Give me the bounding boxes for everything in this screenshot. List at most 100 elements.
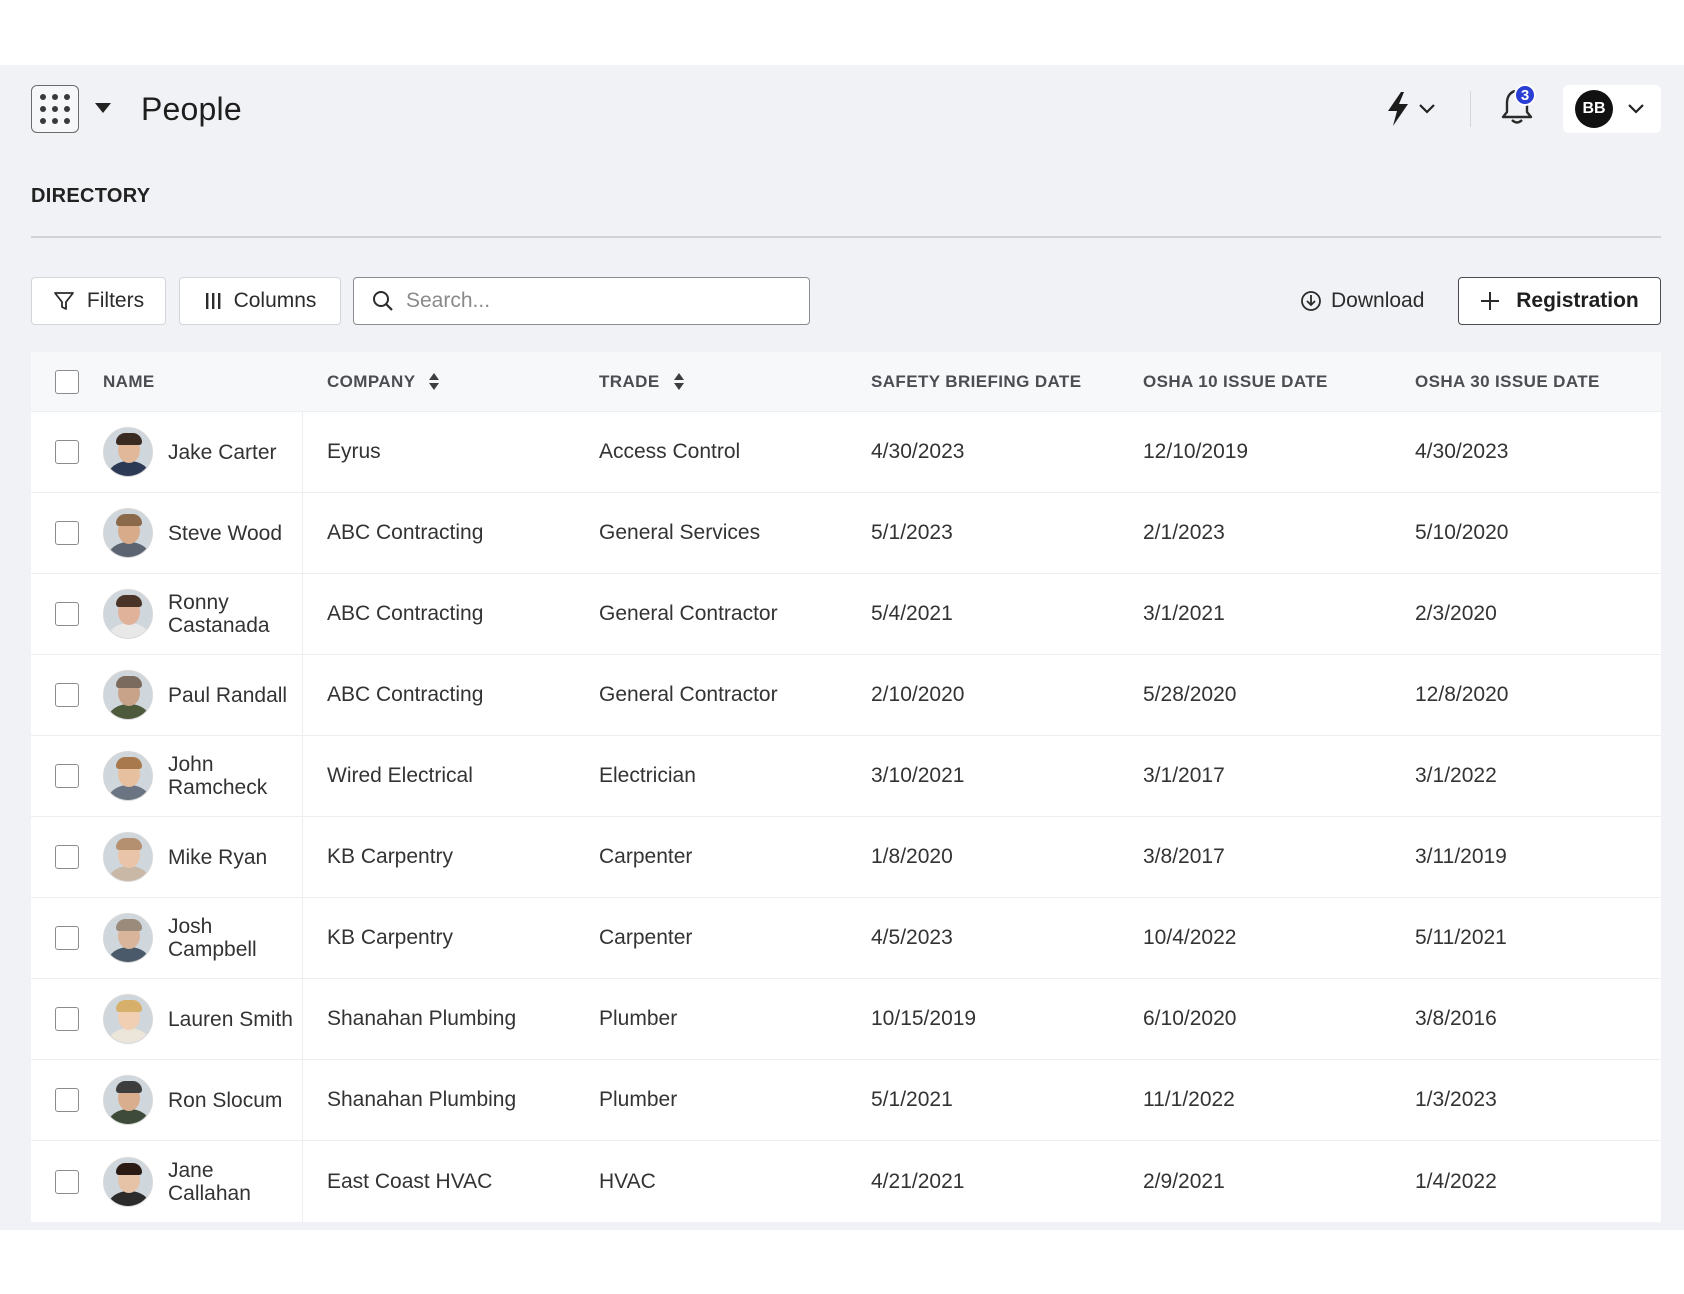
section-divider	[31, 236, 1661, 238]
person-avatar	[103, 994, 153, 1044]
osha10-issue-date-cell: 5/28/2020	[1143, 683, 1237, 706]
quick-actions-button[interactable]	[1384, 89, 1446, 129]
name-cell[interactable]: Steve Wood	[103, 493, 303, 573]
columns-button[interactable]: Columns	[179, 277, 341, 325]
person-avatar	[103, 1156, 153, 1207]
company-cell: Wired Electrical	[327, 764, 473, 787]
row-checkbox[interactable]	[55, 845, 79, 869]
name-cell[interactable]: John Ramcheck	[103, 736, 303, 816]
table-body: Jake Carter Eyrus Access Control 4/30/2023 1…	[31, 412, 1661, 1222]
row-checkbox[interactable]	[55, 764, 79, 788]
column-header-osha10-issue-date[interactable]: OSHA 10 ISSUE DATE	[1119, 372, 1391, 392]
row-select-cell	[31, 683, 103, 707]
row-checkbox[interactable]	[55, 926, 79, 950]
table-row[interactable]: Josh Campbell KB Carpentry Carpenter 4/5/20…	[31, 898, 1661, 979]
user-menu-button[interactable]: BB	[1563, 85, 1661, 133]
osha10-issue-date-cell: 3/1/2021	[1143, 602, 1225, 625]
table-row[interactable]: Jake Carter Eyrus Access Control 4/30/2023 1…	[31, 412, 1661, 493]
trade-cell: Access Control	[599, 440, 741, 463]
row-checkbox[interactable]	[55, 683, 79, 707]
company-cell: Eyrus	[327, 440, 381, 463]
osha30-issue-date-cell: 3/8/2016	[1415, 1007, 1497, 1030]
name-cell[interactable]: Jake Carter	[103, 412, 303, 492]
avatar-hair	[116, 514, 142, 526]
name-cell[interactable]: Jane Callahan	[103, 1141, 303, 1222]
chevron-down-icon	[1628, 104, 1644, 114]
app-switcher-caret-icon[interactable]	[95, 103, 111, 113]
person-name[interactable]: John Ramcheck	[168, 753, 298, 799]
person-name[interactable]: Ron Slocum	[168, 1089, 298, 1112]
person-name[interactable]: Steve Wood	[168, 522, 298, 545]
table-row[interactable]: Jane Callahan East Coast HVAC HVAC 4/21/202…	[31, 1141, 1661, 1222]
table-row[interactable]: John Ramcheck Wired Electrical Electrician…	[31, 736, 1661, 817]
table-row[interactable]: Mike Ryan KB Carpentry Carpenter 1/8/2020 3/…	[31, 817, 1661, 898]
table-header: NAME COMPANY TRADE SAFETY BRIEFING DATE …	[31, 352, 1661, 412]
person-name[interactable]: Ronny Castanada	[168, 591, 298, 637]
osha30-issue-date-cell: 5/10/2020	[1415, 521, 1509, 544]
name-cell[interactable]: Mike Ryan	[103, 817, 303, 897]
row-select-cell	[31, 521, 103, 545]
avatar-body	[108, 785, 150, 800]
sort-icon[interactable]	[429, 373, 440, 390]
filters-label: Filters	[86, 289, 145, 312]
name-cell[interactable]: Lauren Smith	[103, 979, 303, 1059]
table-row[interactable]: Paul Randall ABC Contracting General Contr…	[31, 655, 1661, 736]
osha10-issue-date-cell: 3/1/2017	[1143, 764, 1225, 787]
row-checkbox[interactable]	[55, 1169, 79, 1194]
safety-briefing-date-cell: 4/5/2023	[871, 926, 953, 949]
column-header-trade[interactable]: TRADE	[575, 372, 847, 392]
row-checkbox[interactable]	[55, 521, 79, 545]
table-row[interactable]: Ron Slocum Shanahan Plumbing Plumber 5/1/20…	[31, 1060, 1661, 1141]
registration-button[interactable]: Registration	[1458, 277, 1661, 325]
name-cell[interactable]: Ronny Castanada	[103, 574, 303, 654]
search-icon	[373, 291, 393, 311]
column-header-company[interactable]: COMPANY	[303, 372, 575, 392]
person-name[interactable]: Mike Ryan	[168, 846, 298, 869]
trade-cell: General Contractor	[599, 602, 778, 625]
row-checkbox[interactable]	[55, 1088, 79, 1112]
person-name[interactable]: Jane Callahan	[168, 1159, 298, 1205]
person-name[interactable]: Lauren Smith	[168, 1008, 298, 1031]
name-cell[interactable]: Paul Randall	[103, 655, 303, 735]
person-name[interactable]: Jake Carter	[168, 441, 298, 464]
row-checkbox[interactable]	[55, 440, 79, 464]
company-cell: KB Carpentry	[327, 845, 454, 868]
row-checkbox[interactable]	[55, 1007, 79, 1031]
app-launcher-grid-icon[interactable]	[31, 85, 79, 133]
column-header-name[interactable]: NAME	[103, 352, 303, 411]
search-field[interactable]	[353, 277, 810, 325]
column-header-safety-briefing-date[interactable]: SAFETY BRIEFING DATE	[847, 372, 1119, 392]
avatar-hair	[116, 919, 142, 931]
avatar-hair	[116, 757, 142, 769]
table-row[interactable]: Lauren Smith Shanahan Plumbing Plumber 10/1…	[31, 979, 1661, 1060]
osha10-issue-date-cell: 11/1/2022	[1143, 1088, 1235, 1111]
table-row[interactable]: Ronny Castanada ABC Contracting General Co…	[31, 574, 1661, 655]
person-avatar	[103, 832, 153, 882]
user-avatar: BB	[1575, 90, 1613, 128]
avatar-body	[108, 1190, 150, 1206]
osha10-issue-date-cell: 12/10/2019	[1143, 440, 1249, 463]
person-avatar	[103, 913, 153, 963]
table-row[interactable]: Steve Wood ABC Contracting General Service…	[31, 493, 1661, 574]
sort-icon[interactable]	[673, 373, 684, 390]
trade-cell: HVAC	[599, 1169, 656, 1193]
row-checkbox[interactable]	[55, 602, 79, 626]
person-avatar	[103, 670, 153, 720]
trade-cell: Plumber	[599, 1007, 678, 1030]
person-name[interactable]: Josh Campbell	[168, 915, 298, 961]
download-button[interactable]: Download	[1300, 277, 1432, 325]
filters-button[interactable]: Filters	[31, 277, 166, 325]
avatar-hair	[116, 1081, 142, 1093]
person-name[interactable]: Paul Randall	[168, 684, 298, 707]
name-cell[interactable]: Josh Campbell	[103, 898, 303, 978]
osha30-issue-date-cell: 3/1/2022	[1415, 764, 1497, 787]
column-header-osha30-issue-date[interactable]: OSHA 30 ISSUE DATE	[1391, 372, 1661, 392]
person-avatar	[103, 427, 153, 477]
osha10-issue-date-cell: 2/1/2023	[1143, 521, 1225, 544]
name-cell[interactable]: Ron Slocum	[103, 1060, 303, 1140]
select-all-checkbox[interactable]	[55, 369, 79, 394]
columns-label: Columns	[233, 289, 317, 312]
search-input[interactable]	[406, 289, 786, 313]
notification-count-badge: 3	[1514, 84, 1536, 106]
safety-briefing-date-cell: 4/21/2021	[871, 1169, 965, 1193]
